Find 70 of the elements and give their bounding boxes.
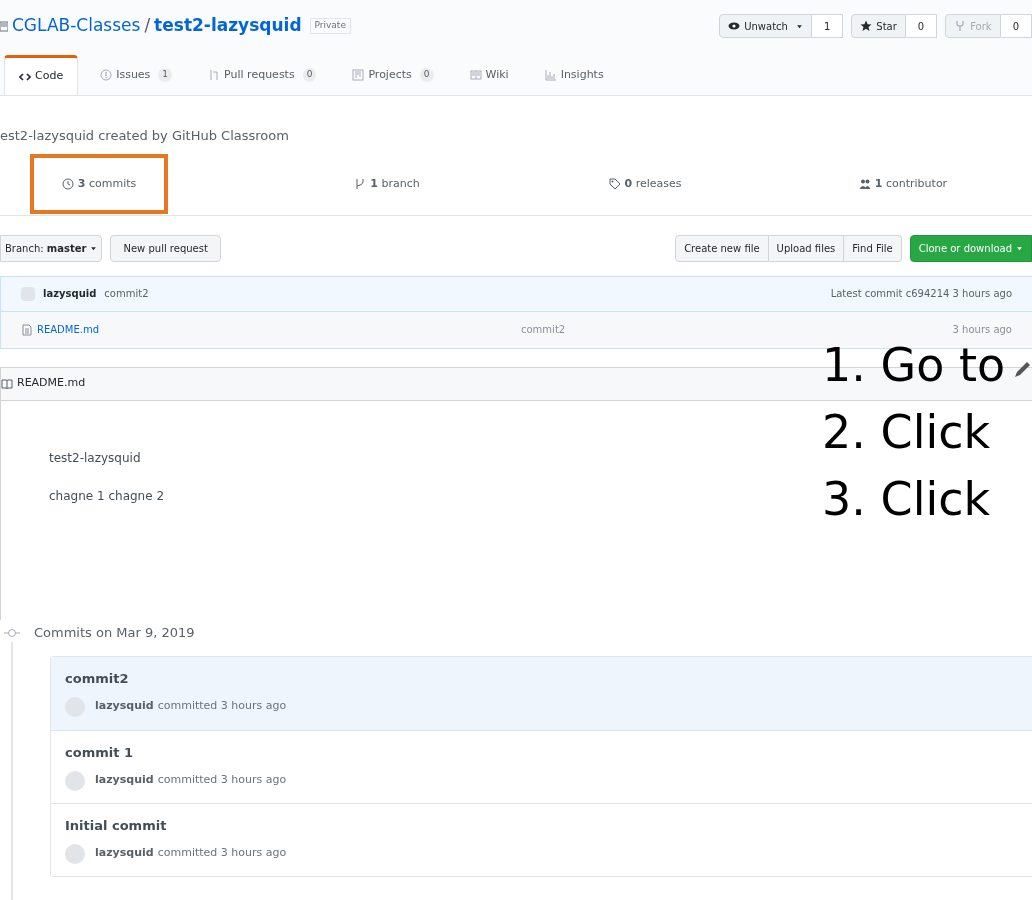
tag-link[interactable]: 0 releases bbox=[608, 154, 682, 214]
eye-icon bbox=[728, 20, 741, 32]
repo-tab[interactable]: Insights bbox=[530, 55, 618, 95]
instruction-step: 1. Go to bbox=[822, 337, 1006, 394]
pencil-icon bbox=[1012, 360, 1032, 380]
pull-request-icon bbox=[208, 69, 221, 81]
branch-icon bbox=[354, 178, 367, 190]
commit-title-link[interactable]: commit2 bbox=[65, 669, 1018, 689]
readme-text: test2-lazysquid bbox=[49, 449, 141, 467]
fork-icon bbox=[954, 20, 967, 32]
commit-author-link[interactable]: lazysquid bbox=[43, 286, 97, 301]
repo-tab[interactable]: Code bbox=[4, 55, 79, 95]
commit-message-link[interactable]: commit2 bbox=[104, 286, 149, 301]
file-name-link[interactable]: README.md bbox=[37, 322, 100, 337]
book-icon bbox=[1, 378, 13, 389]
caret-icon bbox=[1016, 245, 1023, 252]
commit-time: committed 3 hours ago bbox=[157, 772, 287, 789]
project-board-icon bbox=[352, 69, 365, 81]
avatar-icon bbox=[65, 770, 85, 791]
commits-link[interactable]: 3 commits bbox=[29, 154, 169, 214]
readme-text: chagne 1 chagne 2 bbox=[49, 487, 165, 505]
bar-graph-icon bbox=[544, 69, 557, 81]
private-label: Private bbox=[309, 18, 351, 34]
file-action-button[interactable]: Upload files bbox=[768, 234, 845, 262]
repo-tab[interactable]: Issues 1 bbox=[86, 55, 187, 95]
caret-icon bbox=[90, 245, 98, 252]
commit-author-link[interactable]: lazysquid bbox=[95, 772, 154, 789]
repo-tab[interactable]: Pull requests 0 bbox=[194, 55, 331, 95]
history-icon bbox=[61, 178, 74, 190]
people-icon bbox=[858, 178, 871, 190]
watch-button[interactable]: Unwatch bbox=[719, 14, 812, 38]
file-age: 3 hours ago bbox=[952, 323, 1012, 337]
avatar-icon bbox=[65, 843, 85, 864]
commit-date-heading: Commits on Mar 9, 2019 bbox=[34, 624, 195, 643]
readme-title: README.md bbox=[17, 375, 86, 392]
latest-commit-info: Latest commit c694214 3 hours ago bbox=[830, 287, 1012, 301]
repo-tab[interactable]: Wiki bbox=[455, 55, 523, 95]
commit-title-link[interactable]: commit 1 bbox=[65, 743, 1018, 763]
path-separator: / bbox=[144, 14, 151, 38]
commit-node-icon bbox=[4, 628, 20, 638]
new-pull-request-button[interactable]: New pull request bbox=[110, 234, 221, 262]
commit-title-link[interactable]: Initial commit bbox=[65, 816, 1018, 836]
file-icon bbox=[21, 323, 33, 336]
people-link[interactable]: 1 contributor bbox=[858, 154, 948, 214]
star-count[interactable]: 0 bbox=[905, 14, 938, 38]
issue-icon bbox=[100, 69, 113, 81]
commit-author-link[interactable]: lazysquid bbox=[95, 845, 154, 862]
repo-icon bbox=[0, 20, 8, 32]
file-action-button[interactable]: Find File bbox=[844, 234, 902, 262]
repo-owner-link[interactable]: CGLAB-Classes bbox=[12, 13, 141, 39]
commit-time: committed 3 hours ago bbox=[157, 845, 287, 862]
code-icon bbox=[19, 70, 31, 83]
branch-link[interactable]: 1 branch bbox=[354, 154, 420, 214]
tag-icon bbox=[608, 178, 621, 190]
book-icon bbox=[469, 69, 482, 81]
instruction-step: 3. Click bbox=[822, 471, 1006, 528]
commit-row[interactable]: Initial commit lazysquid committed 3 hours ago bbox=[51, 803, 1032, 876]
repo-description: est2-lazysquid created by GitHub Classroom bbox=[0, 127, 290, 145]
caret-icon bbox=[795, 22, 803, 30]
commit-time: committed 3 hours ago bbox=[157, 698, 287, 715]
commit-author-link[interactable]: lazysquid bbox=[95, 698, 154, 715]
commit-row[interactable]: commit2 lazysquid committed 3 hours ago bbox=[51, 657, 1032, 730]
star-icon bbox=[860, 20, 873, 32]
star-button[interactable]: Star bbox=[851, 14, 906, 38]
watch-count[interactable]: 1 bbox=[811, 14, 844, 38]
file-action-button[interactable]: Create new file bbox=[675, 234, 769, 262]
repo-name-link[interactable]: test2-lazysquid bbox=[154, 13, 302, 39]
repo-tab[interactable]: Projects 0 bbox=[338, 55, 448, 95]
branch-select[interactable]: Branch: master bbox=[0, 234, 103, 262]
instruction-step: 2. Click bbox=[822, 404, 1006, 461]
